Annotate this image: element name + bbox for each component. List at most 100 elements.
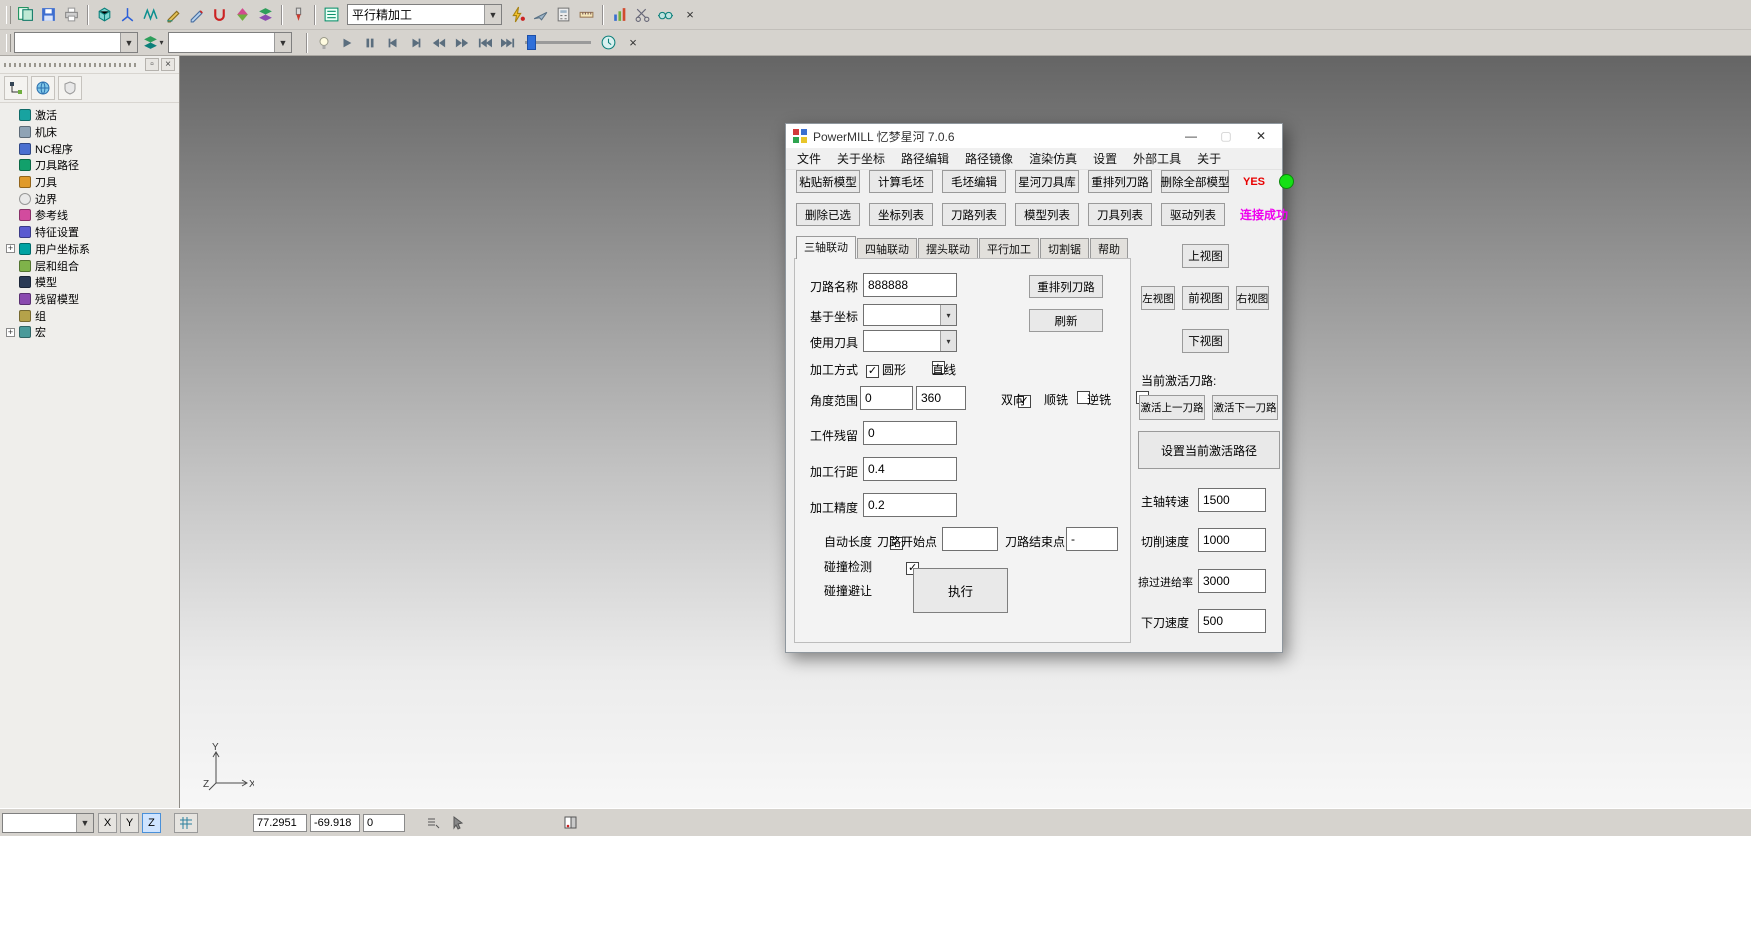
toolbar-grip[interactable] (6, 34, 11, 52)
hierarchy-icon[interactable] (4, 76, 28, 100)
dialog-titlebar[interactable]: PowerMILL 忆梦星河 7.0.6 — ▢ ✕ (786, 124, 1282, 148)
toolbar-close-icon[interactable]: × (681, 6, 699, 24)
tab-saw[interactable]: 切割锯 (1040, 238, 1089, 259)
menu-settings[interactable]: 设置 (1086, 148, 1124, 169)
tolerance-input[interactable] (863, 493, 957, 517)
tool-list-button[interactable]: 刀具列表 (1088, 203, 1152, 226)
chevron-down-icon[interactable]: ▼ (76, 814, 93, 832)
menu-about[interactable]: 关于 (1190, 148, 1228, 169)
toolpath-icon[interactable] (139, 3, 162, 26)
tab-help[interactable]: 帮助 (1090, 238, 1128, 259)
explorer-titlebar[interactable]: ▫ × (0, 56, 179, 74)
axis-z-button[interactable]: Z (142, 813, 161, 833)
tool-library-button[interactable]: 星河刀具库 (1015, 170, 1079, 193)
toolpath-name-input[interactable] (863, 273, 957, 297)
paste-new-model-button[interactable]: 粘贴新模型 (796, 170, 860, 193)
go-start-icon[interactable] (473, 31, 496, 54)
circle-checkbox[interactable] (866, 365, 879, 378)
chevron-down-icon[interactable] (940, 305, 956, 325)
tab-head-tilt[interactable]: 摆头联动 (918, 238, 978, 259)
tab-parallel[interactable]: 平行加工 (979, 238, 1039, 259)
boundary-icon[interactable] (208, 3, 231, 26)
fast-forward-icon[interactable] (450, 31, 473, 54)
activate-next-toolpath-button[interactable]: 激活下一刀路 (1212, 395, 1278, 420)
set-active-path-button[interactable]: 设置当前激活路径 (1138, 431, 1280, 469)
expand-icon[interactable]: + (6, 328, 15, 337)
slider-handle[interactable] (527, 35, 536, 50)
tree-item-toolpaths[interactable]: 刀具路径 (6, 157, 179, 174)
coord-list-button[interactable]: 坐标列表 (869, 203, 933, 226)
measure-icon[interactable] (575, 3, 598, 26)
tree-item-levels[interactable]: 层和组合 (6, 257, 179, 274)
stepover-input[interactable] (863, 457, 957, 481)
calc-block-button[interactable]: 计算毛坯 (869, 170, 933, 193)
plunge-speed-input[interactable] (1198, 609, 1266, 633)
axis-y-button[interactable]: Y (120, 813, 139, 833)
draw-options-icon[interactable] (422, 813, 444, 833)
menu-external-tools[interactable]: 外部工具 (1126, 148, 1188, 169)
view-left-button[interactable]: 左视图 (1141, 286, 1175, 310)
cutting-speed-input[interactable] (1198, 528, 1266, 552)
chevron-down-icon[interactable]: ▼ (484, 5, 501, 24)
strategy-list-icon[interactable] (320, 3, 343, 26)
start-point-input[interactable] (942, 527, 998, 551)
chevron-down-icon[interactable] (940, 331, 956, 351)
step-back-icon[interactable] (381, 31, 404, 54)
chevron-down-icon[interactable]: ▼ (120, 33, 137, 52)
drive-list-button[interactable]: 驱动列表 (1161, 203, 1225, 226)
close-panel-icon[interactable]: × (161, 58, 175, 71)
axis-x-button[interactable]: X (98, 813, 117, 833)
menu-path-mirror[interactable]: 路径镜像 (958, 148, 1020, 169)
angle-end-input[interactable] (916, 386, 966, 410)
spindle-speed-input[interactable] (1198, 488, 1266, 512)
grid-snap-icon[interactable] (174, 813, 198, 833)
status-dropdown[interactable]: ▼ (2, 813, 94, 833)
block-icon[interactable] (93, 3, 116, 26)
view-right-button[interactable]: 右视图 (1236, 286, 1269, 310)
maximize-icon[interactable]: ▢ (1211, 126, 1241, 146)
tree-item-feature-sets[interactable]: 特征设置 (6, 224, 179, 241)
model-list-button[interactable]: 模型列表 (1015, 203, 1079, 226)
toolpath-list-button[interactable]: 刀路列表 (942, 203, 1006, 226)
clock-icon[interactable] (597, 31, 620, 54)
close-icon[interactable]: ✕ (1246, 126, 1276, 146)
view-top-button[interactable]: 上视图 (1182, 244, 1229, 268)
refresh-button[interactable]: 刷新 (1029, 309, 1103, 332)
quick-machine-icon[interactable] (506, 3, 529, 26)
feature-icon[interactable] (231, 3, 254, 26)
tree-item-stock-models[interactable]: 残留模型 (6, 291, 179, 308)
toolbar-grip[interactable] (6, 6, 11, 24)
print-icon[interactable] (60, 3, 83, 26)
tree-item-activate[interactable]: 激活 (6, 107, 179, 124)
simulation-speed-slider[interactable] (525, 41, 591, 44)
tool-select-dropdown[interactable]: ▼ (168, 32, 292, 53)
view-front-button[interactable]: 前视图 (1182, 286, 1229, 310)
delete-selected-button[interactable]: 删除已选 (796, 203, 860, 226)
rewind-icon[interactable] (427, 31, 450, 54)
panel-toggle-icon[interactable] (558, 813, 582, 833)
pattern-pencil-icon[interactable] (162, 3, 185, 26)
reorder-toolpath-button[interactable]: 重排列刀路 (1029, 275, 1103, 298)
stock-input[interactable] (863, 421, 957, 445)
toolpath-select-dropdown[interactable]: ▼ (14, 32, 138, 53)
use-tool-select[interactable] (863, 330, 957, 352)
tree-item-models[interactable]: 模型 (6, 274, 179, 291)
end-point-input[interactable] (1066, 527, 1118, 551)
coord-y-input[interactable] (310, 814, 360, 832)
drag-grip[interactable] (4, 63, 137, 67)
levels-menu-icon[interactable]: ▾ (138, 31, 168, 54)
drawing-pencil-icon[interactable] (185, 3, 208, 26)
tree-item-workplanes[interactable]: +用户坐标系 (6, 241, 179, 258)
view-bottom-button[interactable]: 下视图 (1182, 329, 1229, 353)
simulate-plane-icon[interactable] (529, 3, 552, 26)
tab-4axis[interactable]: 四轴联动 (857, 238, 917, 259)
calculator-icon[interactable] (552, 3, 575, 26)
tree-item-boundaries[interactable]: 边界 (6, 190, 179, 207)
clipping-icon[interactable] (631, 3, 654, 26)
delete-all-models-button[interactable]: 删除全部模型 (1161, 170, 1229, 193)
tree-item-tools[interactable]: 刀具 (6, 174, 179, 191)
go-end-icon[interactable] (496, 31, 519, 54)
reorder-toolpaths-button[interactable]: 重排列刀路 (1088, 170, 1152, 193)
slider-track[interactable] (525, 41, 591, 44)
minimize-icon[interactable]: — (1176, 126, 1206, 146)
